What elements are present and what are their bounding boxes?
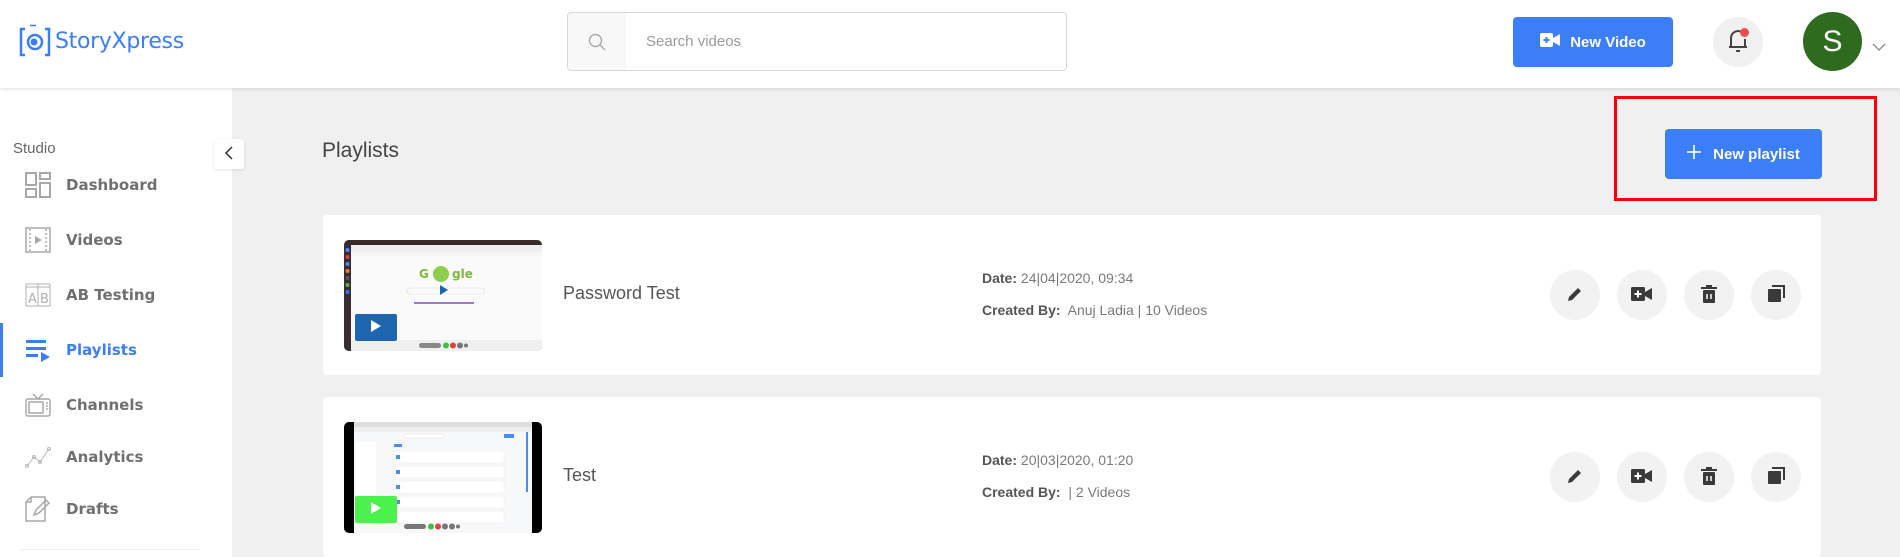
- delete-button[interactable]: [1684, 452, 1734, 502]
- playlist-actions: [1550, 452, 1801, 502]
- date-value: 20|03|2020, 01:20: [1020, 452, 1134, 468]
- logo[interactable]: StoryXpress: [19, 24, 184, 58]
- ab-testing-icon: AB: [25, 282, 51, 308]
- new-video-label: New Video: [1570, 33, 1646, 51]
- sidebar-item-label: Channels: [66, 396, 144, 414]
- dashboard-icon: [25, 172, 51, 198]
- date-label: Date:: [982, 270, 1018, 286]
- svg-text:G: G: [419, 267, 429, 281]
- sidebar-item-videos[interactable]: Videos: [0, 217, 232, 263]
- created-by-label: Created By:: [982, 484, 1061, 500]
- created-by-value: Anuj Ladia | 10 Videos: [1067, 302, 1208, 318]
- collapse-sidebar-button[interactable]: [214, 139, 244, 169]
- video-add-icon: [1540, 33, 1561, 51]
- sidebar-divider: [20, 549, 200, 550]
- created-by-label: Created By:: [982, 302, 1061, 318]
- playlist-title[interactable]: Test: [563, 465, 596, 486]
- copy-button[interactable]: [1751, 452, 1801, 502]
- add-video-button[interactable]: [1617, 452, 1667, 502]
- chevron-down-icon[interactable]: [1872, 36, 1886, 55]
- created-by-value: | 2 Videos: [1068, 484, 1131, 500]
- new-video-button[interactable]: New Video: [1513, 17, 1673, 67]
- date-value: 24|04|2020, 09:34: [1020, 270, 1134, 286]
- delete-icon: [1701, 284, 1717, 306]
- edit-icon: [1566, 285, 1584, 306]
- playlist-date: Date: 24|04|2020, 09:34: [982, 270, 1133, 286]
- copy-icon: [1767, 466, 1785, 488]
- sidebar-item-analytics[interactable]: Analytics: [0, 434, 232, 480]
- delete-icon: [1701, 466, 1717, 488]
- plus-icon: [1687, 145, 1702, 163]
- delete-button[interactable]: [1684, 270, 1734, 320]
- play-icon: [370, 500, 382, 519]
- add-video-button[interactable]: [1617, 270, 1667, 320]
- sidebar-item-label: Playlists: [66, 341, 137, 359]
- playlist-created-by: Created By: Anuj Ladia | 10 Videos: [982, 302, 1207, 318]
- sidebar-section-label: Studio: [13, 140, 56, 157]
- sidebar-item-label: Analytics: [66, 448, 144, 466]
- copy-button[interactable]: [1751, 270, 1801, 320]
- search-box[interactable]: [567, 12, 1067, 71]
- tv-icon: [25, 392, 51, 418]
- chevron-left-icon: [224, 145, 234, 164]
- sidebar-item-label: AB Testing: [66, 286, 156, 304]
- sidebar-item-label: Videos: [66, 231, 123, 249]
- playlist-date: Date: 20|03|2020, 01:20: [982, 452, 1133, 468]
- play-button[interactable]: [355, 314, 397, 341]
- bell-icon: [1725, 26, 1751, 58]
- playlist-created-by: Created By: | 2 Videos: [982, 484, 1130, 500]
- add-video-icon: [1631, 468, 1653, 486]
- storyxpress-logo-icon: [19, 24, 51, 58]
- date-label: Date:: [982, 452, 1018, 468]
- notifications-button[interactable]: [1713, 17, 1763, 67]
- sidebar-item-dashboard[interactable]: Dashboard: [0, 162, 232, 208]
- svg-text:B: B: [40, 292, 49, 307]
- search-icon[interactable]: [568, 13, 626, 70]
- avatar-initial: S: [1822, 24, 1843, 58]
- playlist-actions: [1550, 270, 1801, 320]
- page-title: Playlists: [322, 139, 400, 162]
- new-playlist-label: New playlist: [1713, 145, 1800, 163]
- top-header: StoryXpress New Video S: [0, 0, 1900, 88]
- analytics-icon: [25, 444, 51, 470]
- add-video-icon: [1631, 286, 1653, 304]
- svg-text:gle: gle: [452, 267, 473, 281]
- sidebar-item-channels[interactable]: Channels: [0, 382, 232, 428]
- user-avatar[interactable]: S: [1803, 12, 1862, 71]
- sidebar-item-label: Drafts: [66, 500, 119, 518]
- sidebar-item-playlists[interactable]: Playlists: [0, 323, 232, 377]
- edit-icon: [1566, 467, 1584, 488]
- sidebar-item-ab-testing[interactable]: AB AB Testing: [0, 272, 232, 318]
- playlist-thumbnail[interactable]: G gle: [344, 240, 542, 351]
- sidebar-item-label: Dashboard: [66, 176, 158, 194]
- edit-button[interactable]: [1550, 452, 1600, 502]
- svg-text:A: A: [28, 292, 37, 307]
- edit-button[interactable]: [1550, 270, 1600, 320]
- logo-text: StoryXpress: [55, 28, 184, 54]
- new-playlist-button[interactable]: New playlist: [1665, 129, 1822, 179]
- sidebar: Studio Dashboard Videos AB AB Testing Pl…: [0, 88, 232, 557]
- video-file-icon: [25, 227, 51, 253]
- play-button[interactable]: [355, 496, 397, 523]
- playlist-thumbnail[interactable]: [344, 422, 542, 533]
- playlist-card[interactable]: G gle Password Test Date: 24|04|2020, 09…: [323, 215, 1821, 375]
- drafts-icon: [25, 496, 51, 522]
- copy-icon: [1767, 284, 1785, 306]
- playlist-icon: [25, 337, 51, 363]
- playlist-card[interactable]: Test Date: 20|03|2020, 01:20 Created By:…: [323, 397, 1821, 557]
- playlist-title[interactable]: Password Test: [563, 283, 680, 304]
- search-input[interactable]: [626, 13, 1066, 70]
- sidebar-item-drafts[interactable]: Drafts: [0, 486, 232, 532]
- play-icon: [370, 318, 382, 337]
